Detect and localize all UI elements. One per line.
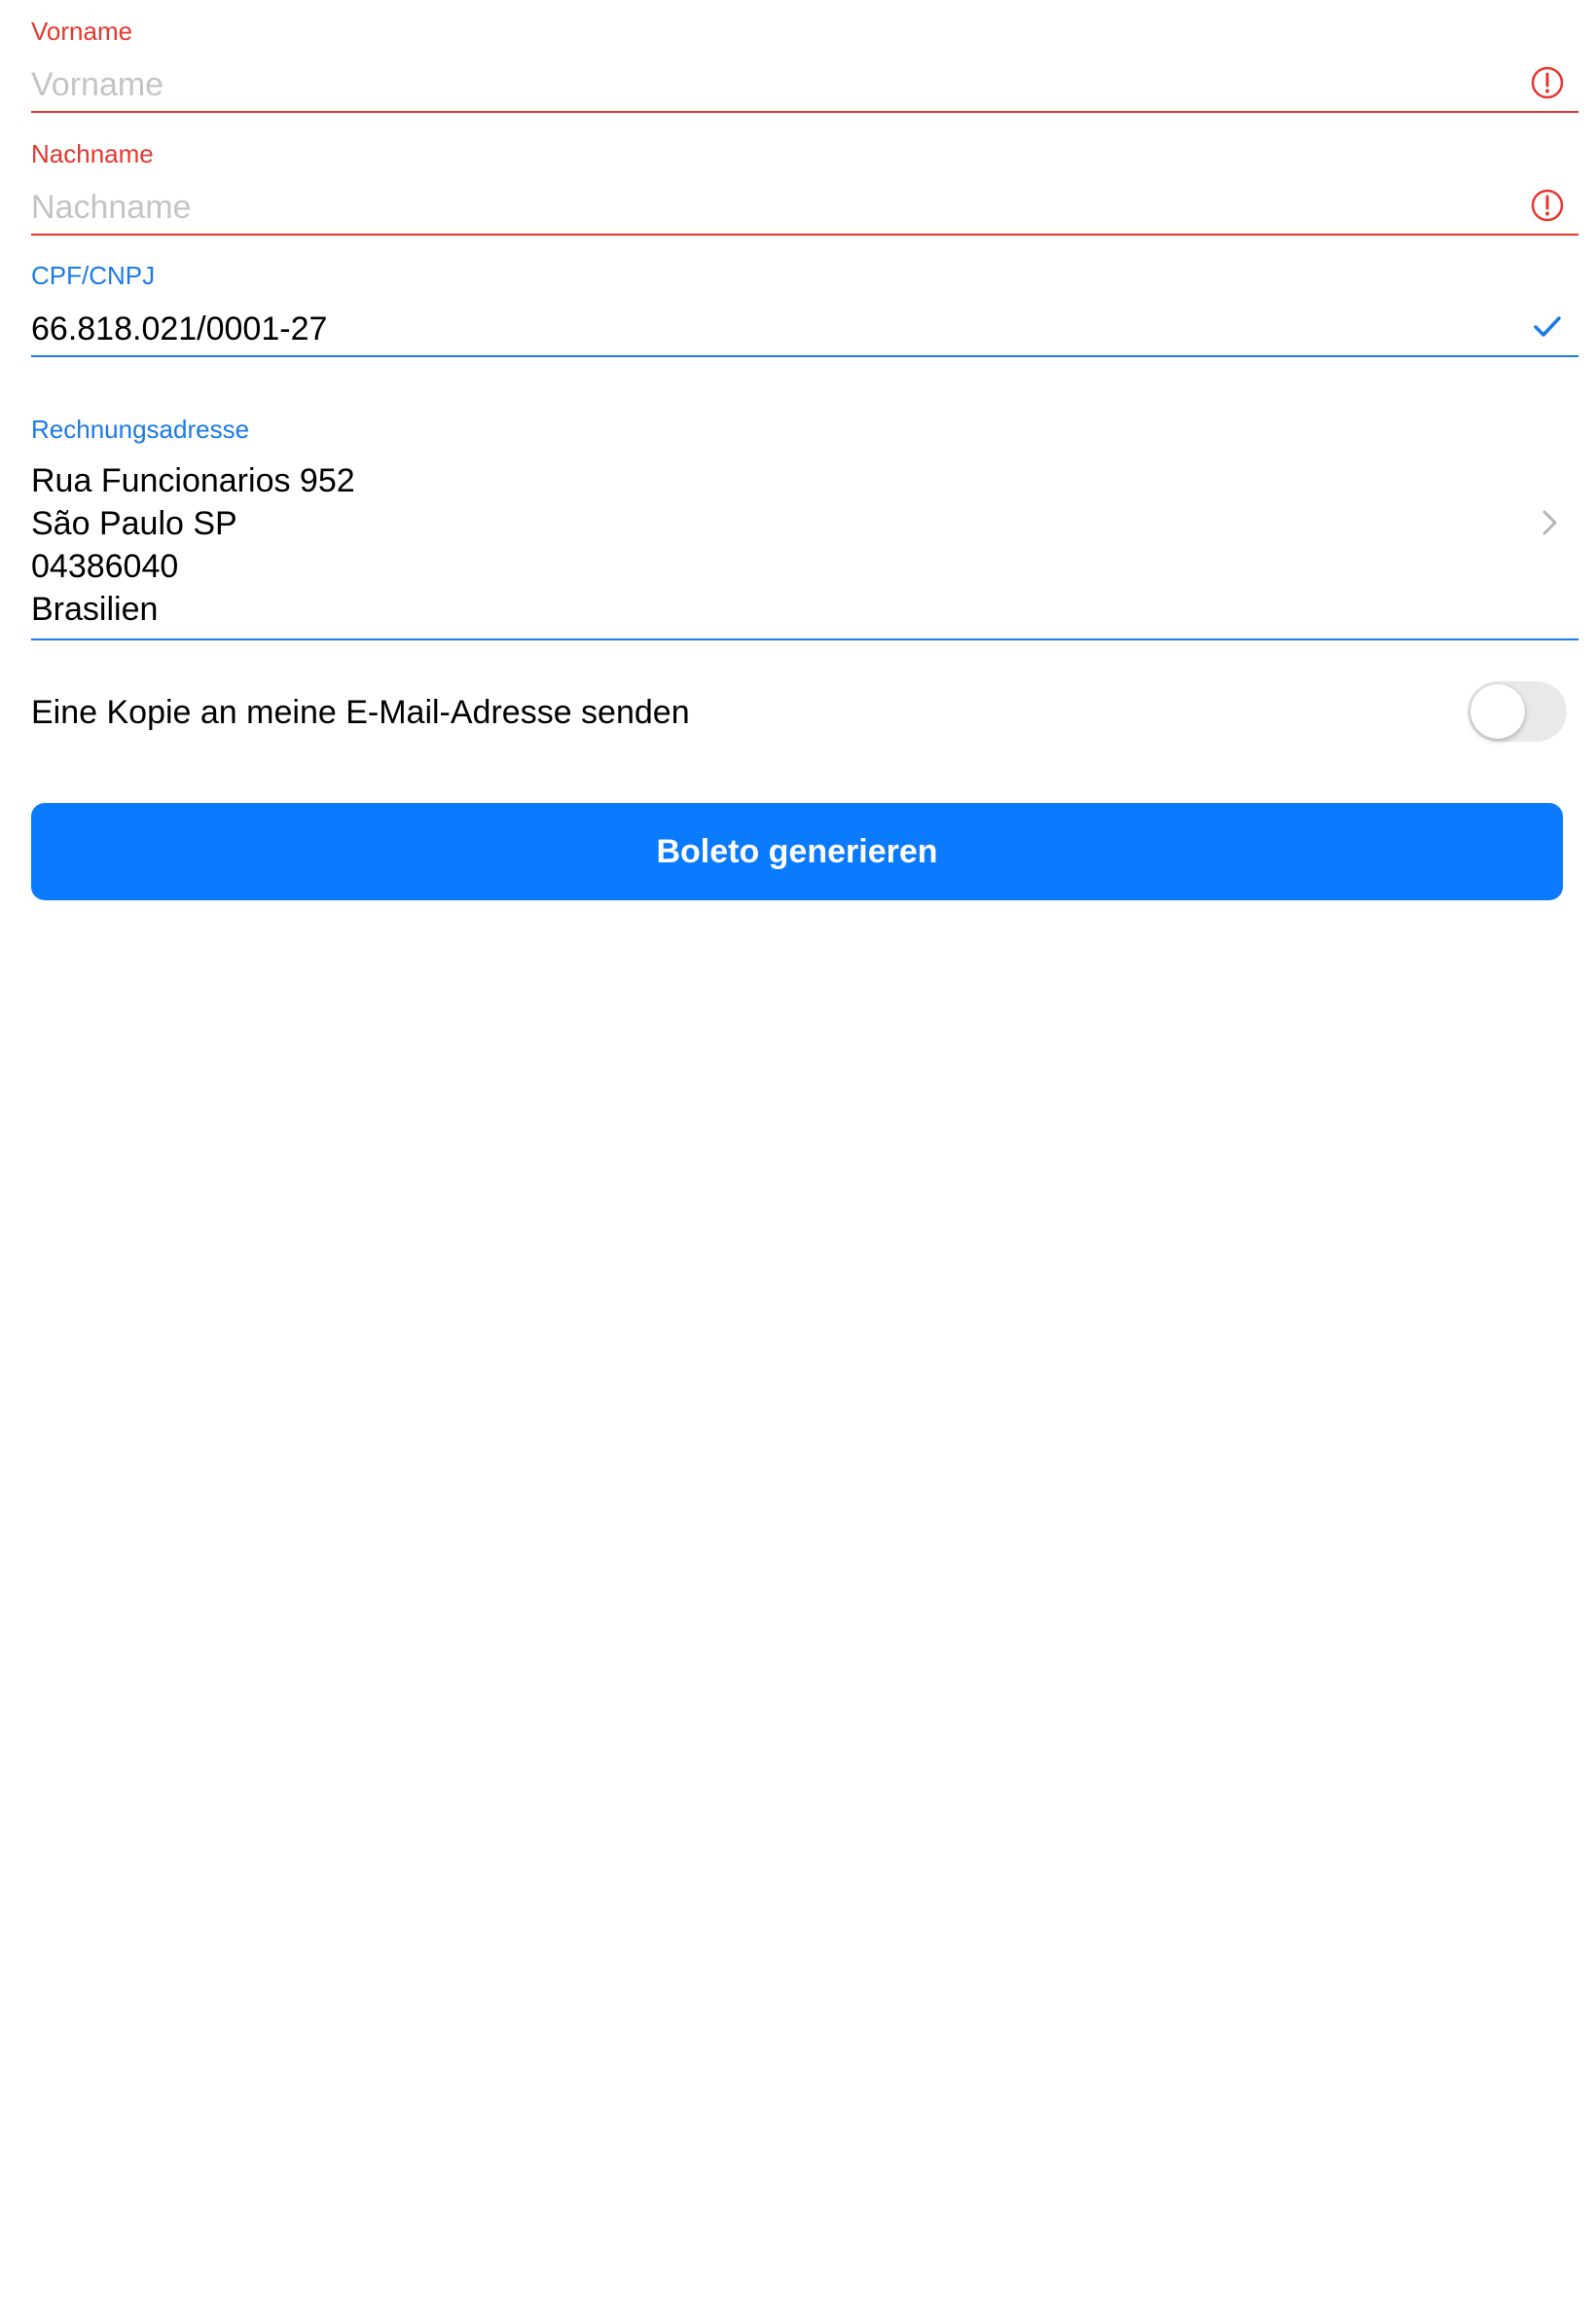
last-name-label: Nachname: [31, 139, 154, 168]
tax-id-underline: [31, 355, 1578, 357]
billing-address-underline: [31, 638, 1578, 640]
address-line: Brasilien: [31, 591, 159, 628]
first-name-label: Vorname: [31, 17, 133, 46]
first-name-field: Vorname: [31, 0, 1578, 115]
toggle-knob: [1470, 684, 1525, 739]
checkmark-icon: [1534, 316, 1561, 337]
chevron-right-icon: [1542, 510, 1557, 535]
last-name-underline: [31, 234, 1578, 236]
email-copy-label: Eine Kopie an meine E-Mail-Adresse sende…: [31, 694, 690, 731]
exclamation-circle-icon: [1531, 189, 1564, 222]
billing-address-label: Rechnungsadresse: [31, 415, 250, 444]
first-name-underline: [31, 111, 1578, 113]
billing-address-value: Rua Funcionarios 952 São Paulo SP 043860…: [31, 459, 355, 631]
billing-address-field[interactable]: Rechnungsadresse Rua Funcionarios 952 Sã…: [31, 399, 1578, 642]
last-name-input[interactable]: [31, 183, 1471, 232]
first-name-input[interactable]: [31, 60, 1471, 109]
address-line: 04386040: [31, 548, 179, 585]
email-copy-toggle[interactable]: [1468, 681, 1567, 742]
generate-boleto-button[interactable]: Boleto generieren: [31, 803, 1563, 900]
tax-id-input[interactable]: [31, 305, 1471, 353]
address-line: Rua Funcionarios 952: [31, 462, 355, 499]
last-name-field: Nachname: [31, 123, 1578, 237]
exclamation-circle-icon: [1531, 66, 1564, 99]
tax-id-field: CPF/CNPJ: [31, 245, 1578, 360]
tax-id-label: CPF/CNPJ: [31, 261, 156, 290]
address-line: São Paulo SP: [31, 505, 237, 542]
